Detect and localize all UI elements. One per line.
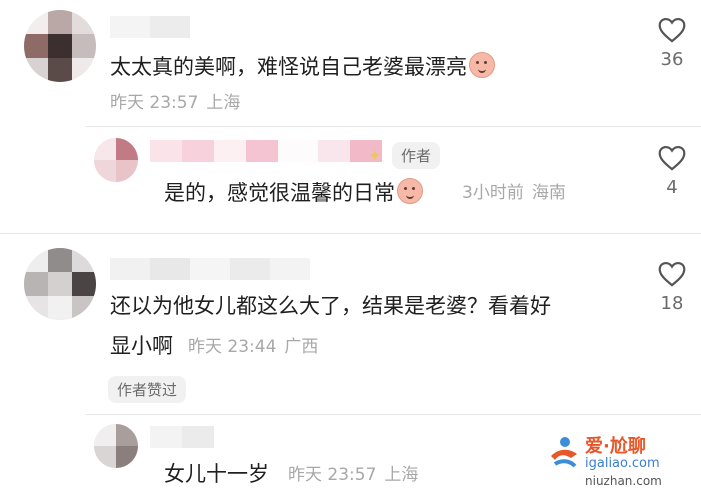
comment-text-continued: 显小啊 [110, 334, 173, 358]
watermark-site: igaliao.com [585, 456, 660, 471]
like-button[interactable]: 4 [648, 144, 696, 198]
avatar[interactable] [94, 424, 138, 468]
avatar[interactable] [24, 10, 96, 82]
author-tag: 作者 [392, 142, 441, 169]
watermark-brand: 爱·尬聊 [585, 436, 646, 457]
heart-icon [658, 261, 686, 287]
heart-icon [658, 145, 686, 171]
timestamp: 昨天 23:57 [288, 465, 377, 485]
avatar[interactable] [94, 138, 138, 182]
timestamp: 昨天 23:57 [110, 93, 199, 113]
watermark-site2: niuzhan.com [585, 474, 662, 488]
like-count: 18 [660, 293, 684, 314]
watermark: 爱·尬聊 igaliao.com niuzhan.com [545, 432, 695, 492]
comment-meta: 昨天 23:44 广西 [188, 336, 326, 358]
author-indicator-icon: ✦ [368, 146, 382, 165]
username-blurred[interactable] [110, 258, 310, 280]
peach-emoji-icon [397, 178, 423, 204]
like-count: 4 [666, 177, 678, 198]
location: 海南 [531, 183, 566, 203]
comment-text: 女儿十一岁 [164, 462, 269, 486]
timestamp: 3小时前 [462, 183, 524, 203]
username-blurred[interactable] [110, 16, 190, 38]
comment-text: 太太真的美啊，难怪说自己老婆最漂亮 [110, 52, 495, 81]
location: 广西 [284, 337, 319, 357]
timestamp: 昨天 23:44 [188, 337, 277, 357]
comment-text: 还以为他女儿都这么大了，结果是老婆？看着好 [110, 294, 551, 318]
username-blurred[interactable] [150, 140, 382, 162]
comment-meta: 昨天 23:57 上海 [288, 464, 426, 486]
like-button[interactable]: 18 [648, 260, 696, 314]
like-button[interactable]: 36 [648, 16, 696, 70]
username-blurred[interactable] [150, 426, 214, 448]
comment-meta: 昨天 23:57 上海 [110, 92, 248, 114]
like-count: 36 [660, 49, 684, 70]
avatar[interactable] [24, 248, 96, 320]
location: 上海 [384, 465, 419, 485]
divider [0, 233, 701, 234]
divider [86, 414, 701, 415]
divider [86, 126, 701, 127]
heart-icon [658, 17, 686, 43]
location: 上海 [206, 93, 241, 113]
peach-emoji-icon [469, 52, 495, 78]
comment-meta: 3小时前 海南 [462, 182, 574, 204]
watermark-logo-icon [551, 437, 577, 468]
author-liked-badge: 作者赞过 [108, 376, 187, 403]
comment-text: 是的，感觉很温馨的日常 [164, 178, 423, 207]
